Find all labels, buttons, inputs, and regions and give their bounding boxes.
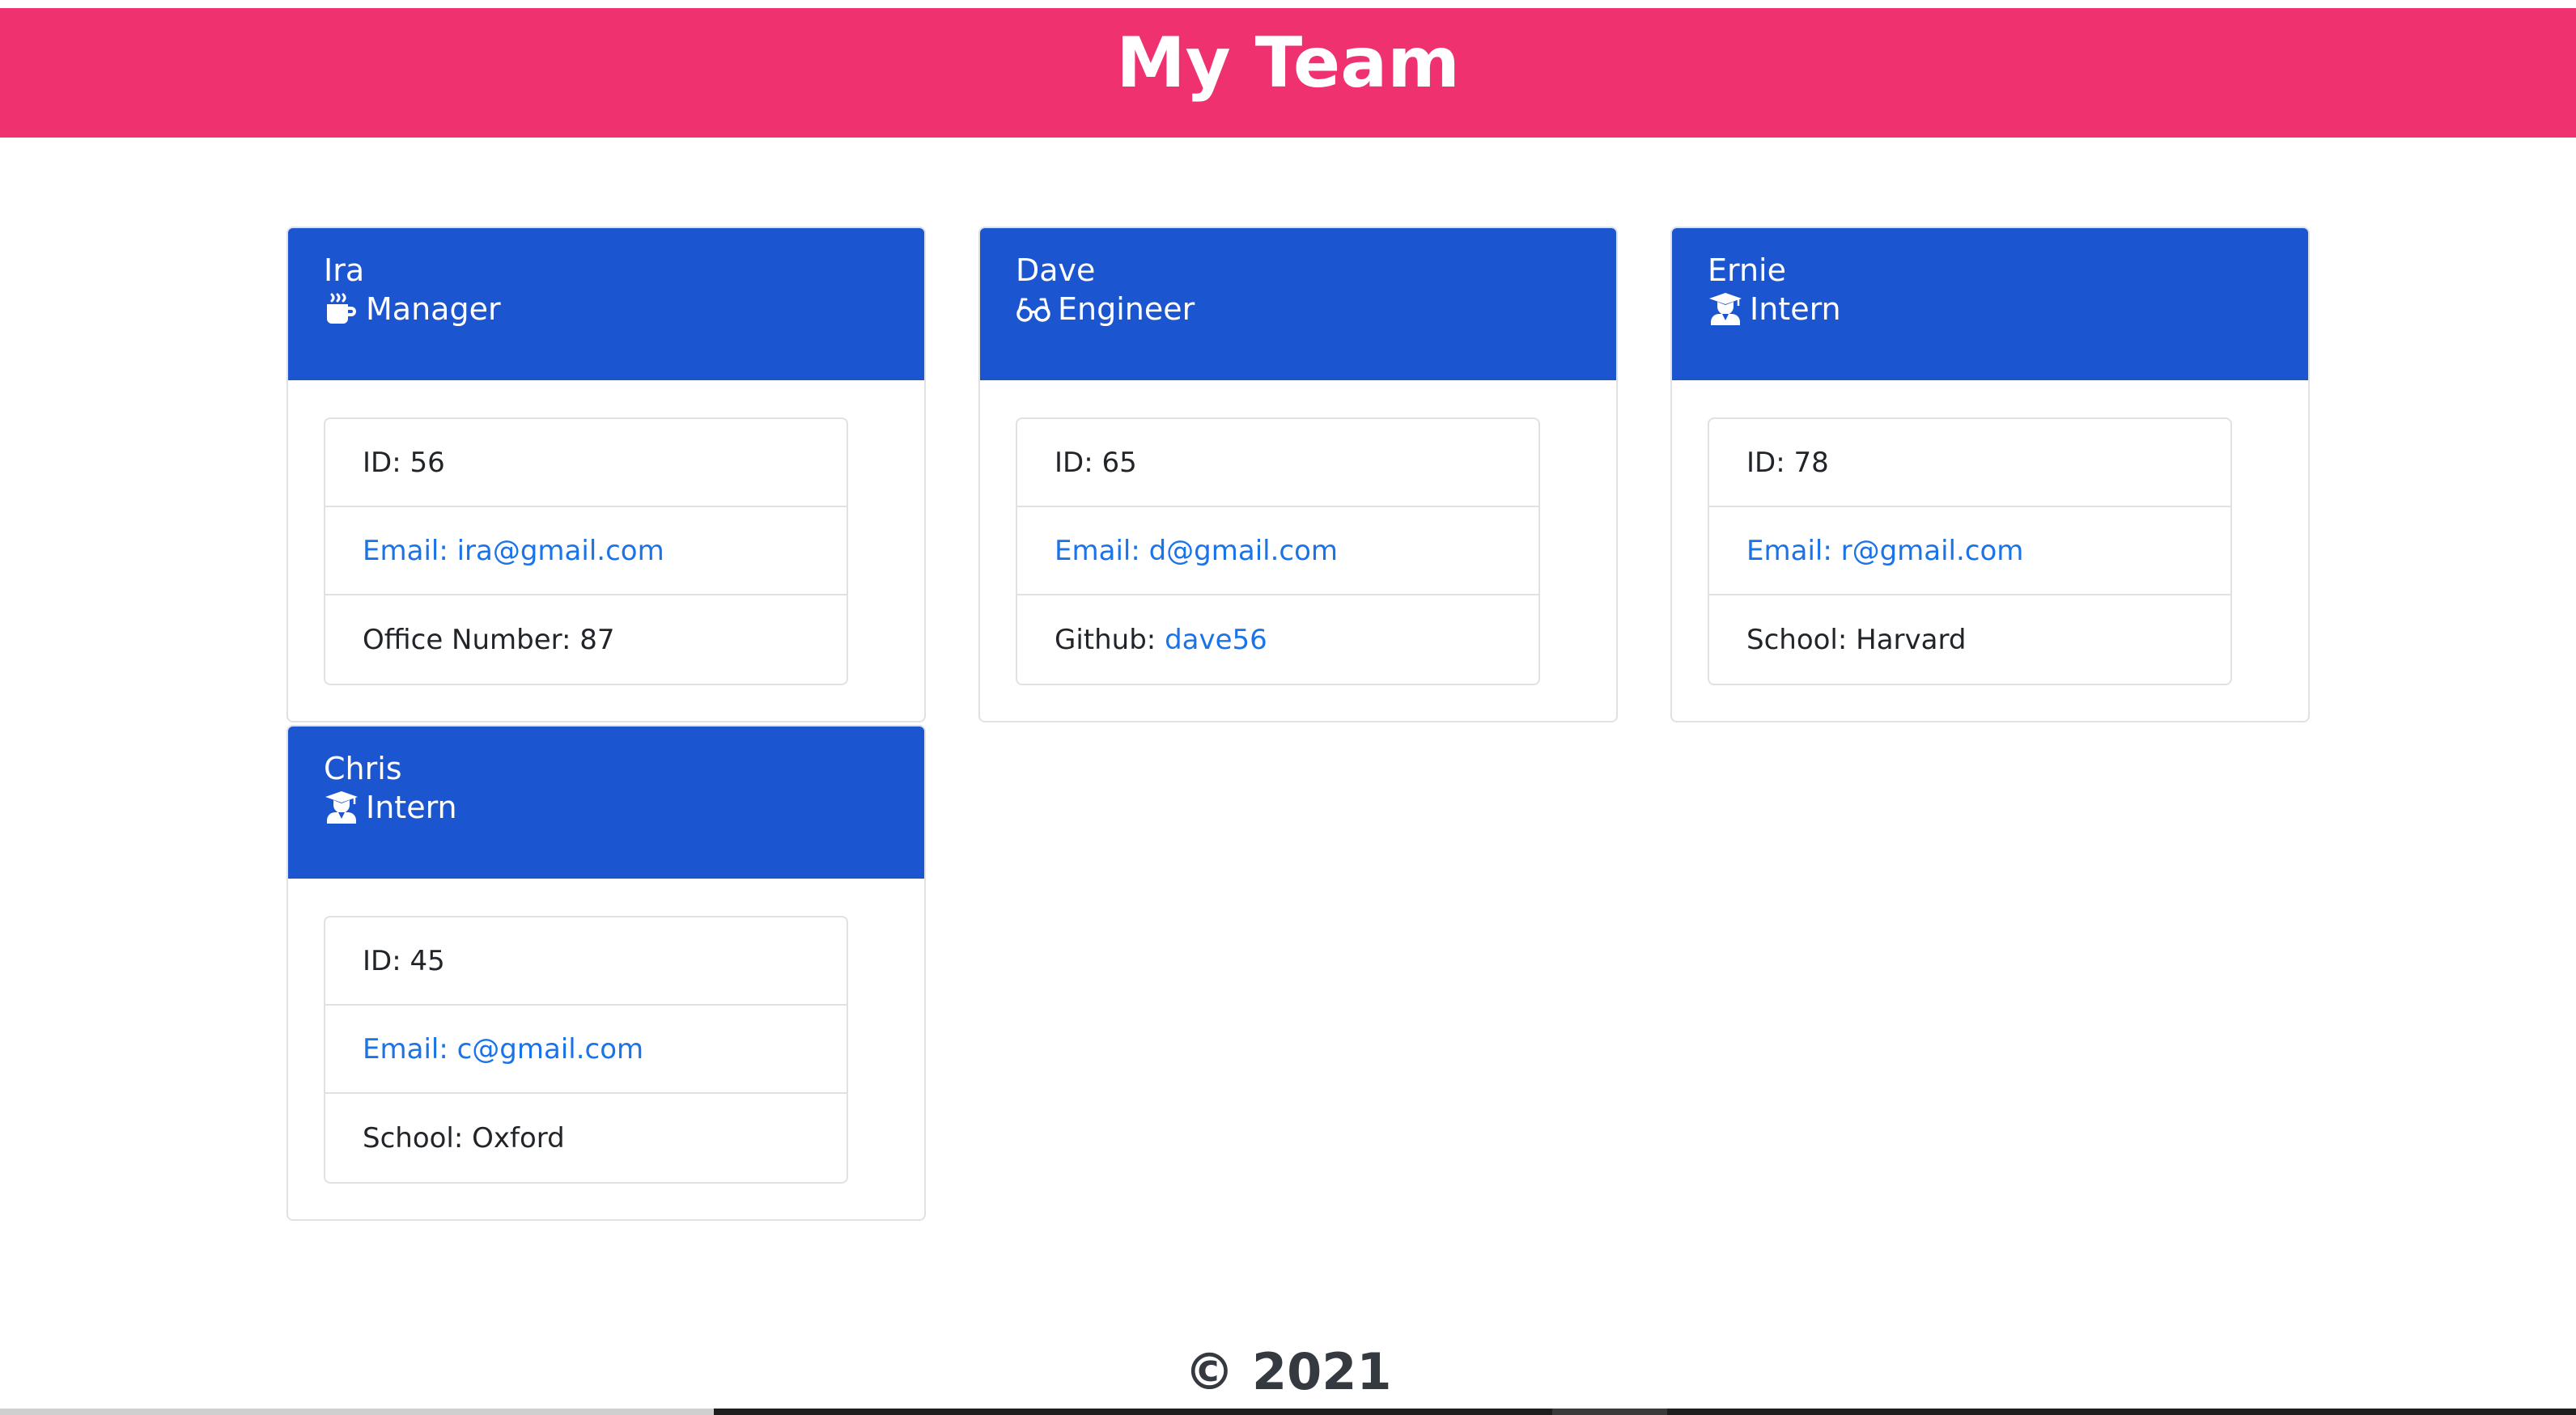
member-name: Chris [324, 751, 402, 786]
graduate-icon [324, 790, 359, 825]
member-role: Engineer [1016, 290, 1616, 328]
member-role: Intern [324, 788, 924, 827]
github-label: Github: [1055, 623, 1165, 656]
member-id: ID: 45 [325, 917, 847, 1006]
member-email-link[interactable]: Email: r@gmail.com [1709, 507, 2230, 595]
member-id: ID: 56 [325, 419, 847, 507]
scrollbar-track-right[interactable] [1667, 1409, 2576, 1415]
scrollbar-track[interactable] [714, 1409, 1552, 1415]
copyright-text: © 2021 [1184, 1341, 1392, 1401]
team-card-manager: Ira Manager ID: 56 Email: ira@gmail.com … [286, 227, 926, 722]
member-school: School: Oxford [363, 1121, 565, 1154]
member-name: Ira [324, 252, 365, 288]
member-id: ID: 78 [1709, 419, 2230, 507]
github-link[interactable]: dave56 [1165, 624, 1267, 656]
team-card-engineer: Dave Engineer ID: 65 Email: d@gmail.com … [978, 227, 1618, 722]
member-id: ID: 65 [1017, 419, 1538, 507]
member-email-link[interactable]: Email: ira@gmail.com [325, 507, 847, 595]
card-header: Ernie Intern [1672, 228, 2308, 380]
member-name: Dave [1016, 252, 1096, 288]
page-banner: My Team [0, 8, 2576, 138]
graduate-icon [1708, 291, 1743, 327]
card-header: Ira Manager [288, 228, 924, 380]
card-header: Dave Engineer [980, 228, 1616, 380]
top-strip [0, 0, 2576, 8]
member-github: Github: dave56 [1017, 595, 1538, 684]
member-school: School: Harvard [1746, 623, 1967, 656]
page-footer: © 2021 [0, 1339, 2576, 1404]
member-role: Intern [1708, 290, 2308, 328]
member-office-number: Office Number: 87 [363, 623, 615, 656]
coffee-mug-icon [324, 291, 359, 327]
member-role-label: Intern [1750, 291, 1841, 327]
scrollbar-thumb[interactable] [1552, 1409, 1667, 1415]
member-details-list: ID: 45 Email: c@gmail.com School: Oxford [324, 916, 848, 1184]
member-role-label: Engineer [1058, 291, 1195, 327]
member-name: Ernie [1708, 252, 1786, 288]
member-details-list: ID: 65 Email: d@gmail.com Github: dave56 [1016, 417, 1540, 685]
team-card-intern: Chris Intern ID: 45 Email: c@gmail.com S… [286, 725, 926, 1221]
member-email-link[interactable]: Email: c@gmail.com [325, 1006, 847, 1094]
member-role-label: Intern [366, 790, 457, 825]
card-header: Chris Intern [288, 727, 924, 879]
team-card-intern: Ernie Intern ID: 78 Email: r@gmail.com S… [1670, 227, 2310, 722]
bottom-bar-left [0, 1409, 714, 1415]
glasses-icon [1016, 291, 1051, 327]
member-details-list: ID: 78 Email: r@gmail.com School: Harvar… [1708, 417, 2232, 685]
member-role: Manager [324, 290, 924, 328]
page-title: My Team [1116, 23, 1460, 104]
member-role-label: Manager [366, 291, 501, 327]
member-details-list: ID: 56 Email: ira@gmail.com Office Numbe… [324, 417, 848, 685]
member-email-link[interactable]: Email: d@gmail.com [1017, 507, 1538, 595]
